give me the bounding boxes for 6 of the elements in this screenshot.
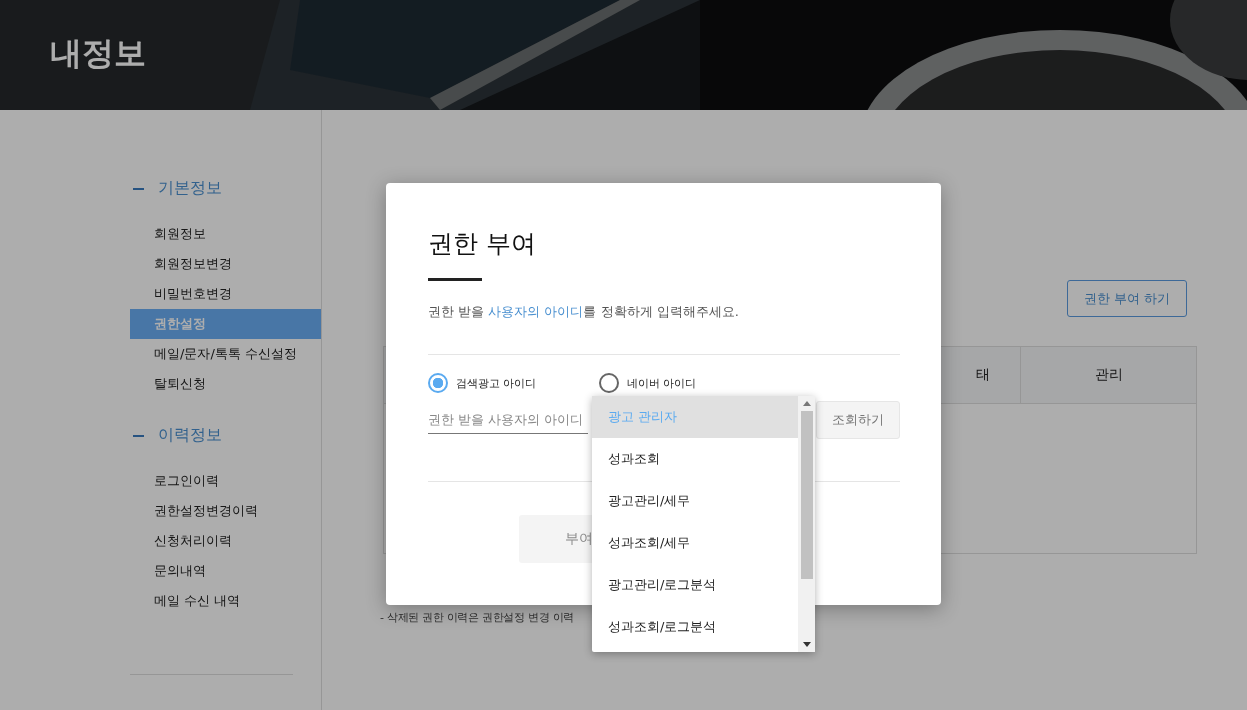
column-header: 관리	[1093, 365, 1124, 384]
column-header: 태	[950, 347, 1021, 403]
modal-title: 권한 부여	[428, 228, 537, 260]
note-text: - 삭제된 권한 이력은 권한설정 변경 이력	[380, 610, 576, 625]
description-text: 권한 받을 사용자의 아이디 를 정확하게 입력해주세요.	[428, 303, 740, 321]
page-title: 내정보	[50, 33, 146, 74]
